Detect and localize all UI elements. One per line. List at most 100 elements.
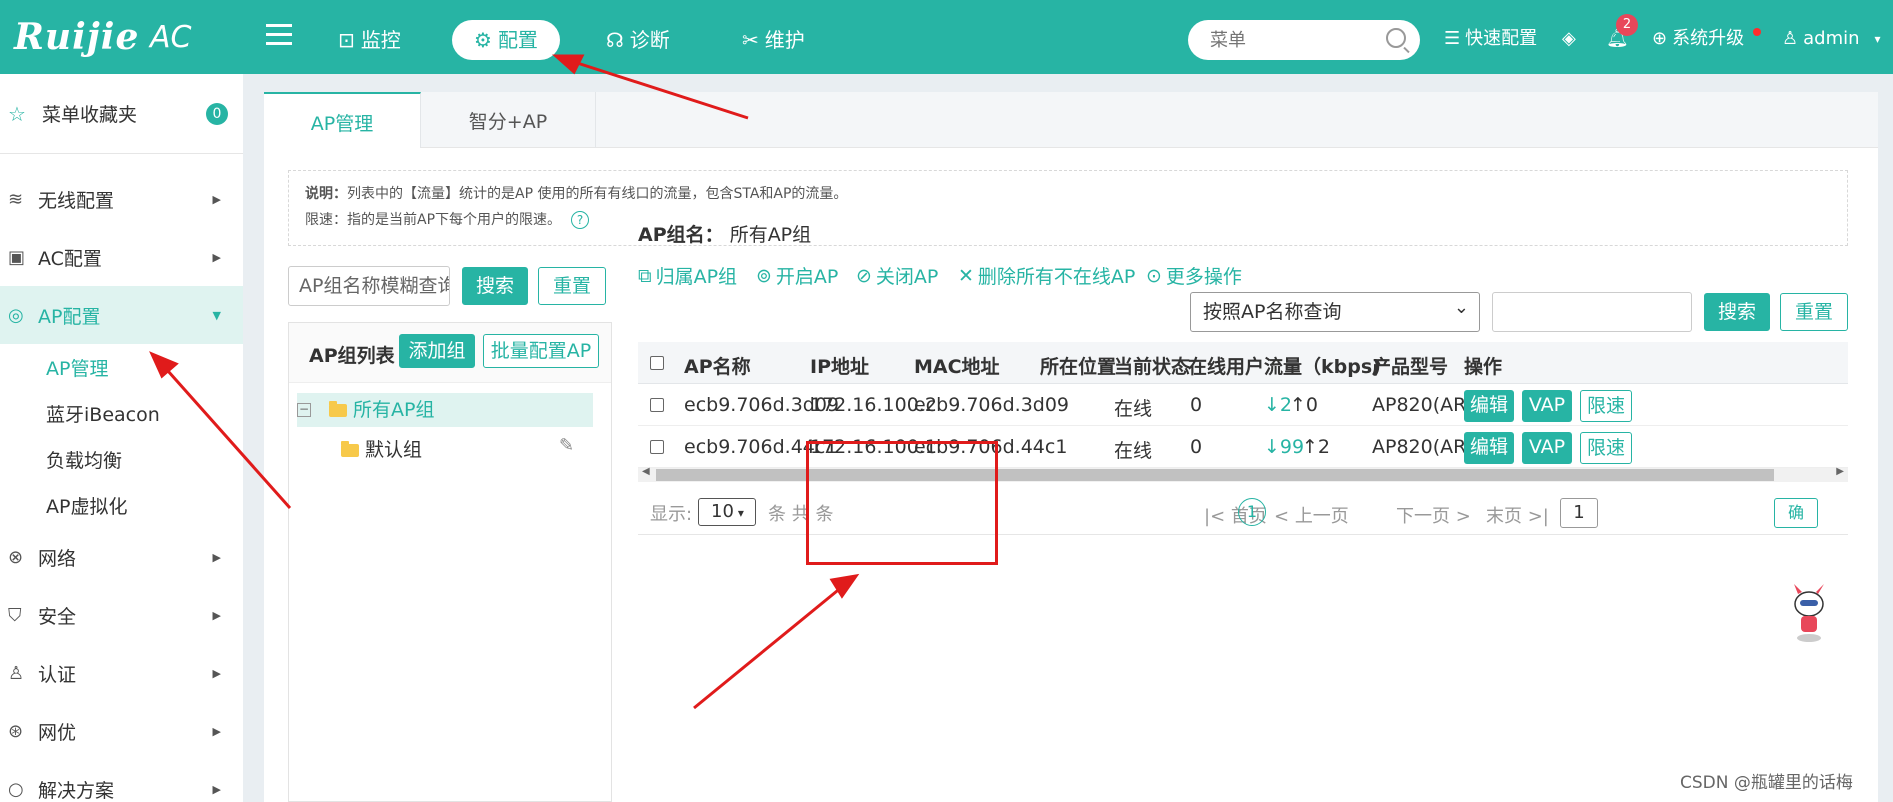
filter-input[interactable] <box>1492 292 1692 332</box>
ap-icon: ◎ <box>8 304 24 326</box>
favorites-icon: ☆ <box>8 101 26 126</box>
upgrade-icon: ⊕ <box>1652 28 1668 49</box>
sidebar-item-solution[interactable]: ○ 解决方案 ▶ <box>0 760 243 802</box>
sidebar-favorites[interactable]: ☆ 菜单收藏夹 0 <box>0 74 243 154</box>
current-page[interactable]: 1 <box>1238 498 1266 526</box>
tree-item-default-group[interactable]: 默认组 <box>341 433 422 467</box>
user-menu[interactable]: ♙ admin ▾ <box>1782 24 1881 54</box>
note-line1: 列表中的【流量】统计的是AP 使用的所有有线口的流量，包含STA和AP的流量。 <box>347 186 848 202</box>
cell-model: AP820(AR) <box>1372 436 1474 458</box>
filter-search-button[interactable]: 搜索 <box>1704 293 1770 331</box>
filter-reset-button[interactable]: 重置 <box>1780 293 1848 331</box>
menu-search[interactable] <box>1188 20 1420 60</box>
add-group-button[interactable]: 添加组 <box>399 334 475 368</box>
delete-offline-action[interactable]: ✕ 删除所有不在线AP <box>958 262 1135 289</box>
tree-item-label: 所有AP组 <box>353 399 435 421</box>
disable-ap-action[interactable]: ⊘ 关闭AP <box>856 262 938 289</box>
tools-icon: ✂ <box>742 28 759 52</box>
scroll-right-icon[interactable]: ▶ <box>1836 466 1844 477</box>
nav-monitor-label: 监控 <box>360 28 401 52</box>
group-reset-button[interactable]: 重置 <box>538 267 606 305</box>
sidebar-item-ap[interactable]: ◎ AP配置 ▼ <box>0 286 243 344</box>
filter-select[interactable]: 按照AP名称查询 <box>1190 289 1480 332</box>
vap-button[interactable]: VAP <box>1522 432 1572 464</box>
nav-maintain[interactable]: ✂ 维护 <box>742 20 805 60</box>
sidebar-sub-balance[interactable]: 负载均衡 <box>0 436 243 482</box>
edit-pencil-icon[interactable]: ✎ <box>559 435 574 456</box>
scroll-left-icon[interactable]: ◀ <box>642 466 650 477</box>
wifi-icon: ≋ <box>8 188 24 210</box>
row-checkbox[interactable] <box>650 398 664 412</box>
assign-group-action[interactable]: ⧉ 归属AP组 <box>638 262 737 289</box>
sidebar-item-label: 网络 <box>38 547 77 570</box>
sidebar-item-wireless[interactable]: ≋ 无线配置 ▶ <box>0 170 243 228</box>
solution-icon: ○ <box>8 778 24 800</box>
caret-right-icon: ▶ <box>212 192 221 206</box>
batch-config-button[interactable]: 批量配置AP <box>483 334 599 368</box>
menu-toggle-icon[interactable] <box>266 24 292 46</box>
tab-ap-manage[interactable]: AP管理 <box>264 92 421 148</box>
shield-icon: ⛉ <box>8 604 22 626</box>
system-upgrade-label: 系统升级 <box>1672 28 1745 49</box>
search-icon[interactable] <box>1386 28 1406 48</box>
layers-icon[interactable]: ◈ <box>1562 24 1576 54</box>
prev-page-link[interactable]: < 上一页 <box>1274 502 1349 528</box>
group-search-button[interactable]: 搜索 <box>462 267 528 305</box>
caret-right-icon: ▶ <box>212 250 221 264</box>
delete-offline-label: 删除所有不在线AP <box>977 266 1136 288</box>
caret-right-icon: ▶ <box>212 608 221 622</box>
sidebar-sub-virtual[interactable]: AP虚拟化 <box>0 482 243 528</box>
caret-right-icon: ▶ <box>212 724 221 738</box>
sidebar-item-optimize[interactable]: ⊛ 网优 ▶ <box>0 702 243 760</box>
enable-ap-action[interactable]: ⊚ 开启AP <box>756 262 838 289</box>
rate-limit-button[interactable]: 限速 <box>1580 390 1632 422</box>
cell-status: 在线 <box>1114 398 1153 420</box>
quick-config-link[interactable]: ☰ 快速配置 <box>1444 24 1537 54</box>
cell-traffic-up: ↑0 <box>1290 394 1319 416</box>
vap-button[interactable]: VAP <box>1522 390 1572 422</box>
next-page-link[interactable]: 下一页 > <box>1396 502 1471 528</box>
chevron-right-icon: > <box>1450 506 1471 527</box>
assign-icon: ⧉ <box>638 264 652 287</box>
sidebar-item-ac[interactable]: ▣ AC配置 ▶ <box>0 228 243 286</box>
more-actions[interactable]: ⊙ 更多操作 <box>1146 262 1242 289</box>
group-search-input[interactable]: AP组名称模糊查询 <box>288 266 450 306</box>
goto-confirm-button[interactable]: 确 <box>1774 498 1818 528</box>
goto-page-input[interactable]: 1 <box>1560 498 1598 528</box>
sidebar-sub-ap-manage[interactable]: AP管理 <box>0 344 243 390</box>
disable-ap-label: 关闭AP <box>875 266 939 288</box>
favorites-count: 0 <box>206 102 228 125</box>
notification-badge: 2 <box>1616 14 1638 36</box>
table-header: AP名称 IP地址 MAC地址 所在位置 当前状态 在线用户 流量（kbps) … <box>638 342 1848 384</box>
sidebar-item-network[interactable]: ⊗ 网络 ▶ <box>0 528 243 586</box>
nav-diagnose[interactable]: ☊ 诊断 <box>606 20 670 60</box>
tab-bar: AP管理 智分+AP <box>264 92 1878 148</box>
brand-sub: AC <box>150 20 192 55</box>
ap-group-name: AP组名： 所有AP组 <box>638 220 811 247</box>
sidebar-sub-ibeacon[interactable]: 蓝牙iBeacon <box>0 390 243 436</box>
per-page-select[interactable]: 10 ▾ <box>698 498 756 526</box>
tab-smart-ap[interactable]: 智分+AP <box>421 92 596 148</box>
nav-config[interactable]: ⚙ 配置 <box>452 20 560 60</box>
nav-monitor[interactable]: ⊡ 监控 <box>338 20 401 60</box>
more-icon: ⊙ <box>1146 264 1162 287</box>
folder-icon <box>341 440 359 457</box>
sidebar-item-security[interactable]: ⛉ 安全 ▶ <box>0 586 243 644</box>
select-all-checkbox[interactable] <box>650 356 664 370</box>
tree-item-all-groups[interactable]: − 所有AP组 <box>297 393 593 427</box>
help-icon[interactable]: ? <box>571 211 590 229</box>
last-page-link[interactable]: 末页 >| <box>1486 502 1549 528</box>
cell-model: AP820(AR) <box>1372 394 1474 416</box>
cell-traffic-down: ↓99 <box>1264 436 1305 458</box>
edit-button[interactable]: 编辑 <box>1464 432 1514 464</box>
sidebar-item-auth[interactable]: ♙ 认证 ▶ <box>0 644 243 702</box>
menu-search-input[interactable] <box>1188 20 1368 60</box>
ap-group-name-value: 所有AP组 <box>729 224 812 246</box>
col-ip: IP地址 <box>810 356 869 378</box>
row-checkbox[interactable] <box>650 440 664 454</box>
mascot-icon[interactable] <box>1784 582 1834 644</box>
collapse-icon[interactable]: − <box>297 403 311 417</box>
rate-limit-button[interactable]: 限速 <box>1580 432 1632 464</box>
system-upgrade-link[interactable]: ⊕ 系统升级 <box>1652 24 1744 54</box>
edit-button[interactable]: 编辑 <box>1464 390 1514 422</box>
